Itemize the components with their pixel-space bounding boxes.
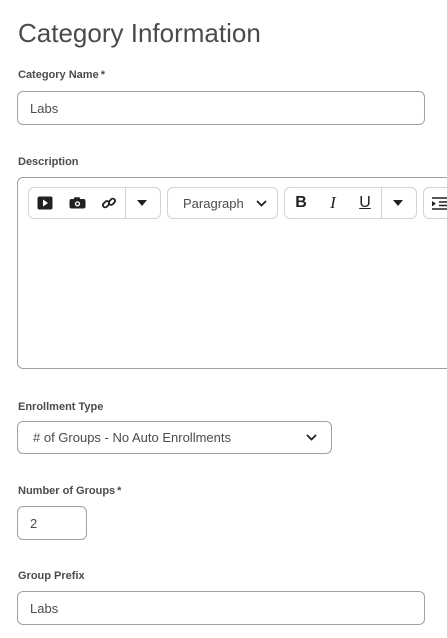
description-label: Description — [18, 156, 79, 168]
indent-icon[interactable] — [424, 188, 447, 218]
bold-button[interactable]: B — [285, 188, 317, 218]
number-of-groups-input[interactable]: 2 — [17, 506, 87, 540]
chevron-down-icon — [256, 199, 267, 207]
italic-button[interactable]: I — [317, 188, 349, 218]
group-prefix-input[interactable]: Labs — [17, 591, 425, 625]
number-of-groups-label-text: Number of Groups — [18, 485, 116, 497]
insert-toolbar-group — [28, 187, 161, 219]
enrollment-type-value: # of Groups - No Auto Enrollments — [33, 430, 231, 445]
category-name-value: Labs — [30, 100, 59, 116]
page-title: Category Information — [18, 18, 261, 48]
category-name-label-text: Category Name — [18, 69, 99, 81]
description-editor[interactable]: Paragraph B I U — [17, 177, 447, 369]
underline-button[interactable]: U — [349, 188, 381, 218]
number-of-groups-label: Number of Groups * — [18, 485, 121, 497]
play-icon[interactable] — [29, 188, 61, 218]
link-icon[interactable] — [93, 188, 125, 218]
caret-down-icon[interactable] — [126, 188, 158, 218]
category-name-label: Category Name * — [18, 69, 105, 81]
required-mark: * — [100, 69, 105, 81]
enrollment-type-label: Enrollment Type — [18, 401, 104, 413]
group-prefix-value: Labs — [30, 600, 59, 616]
block-format-select[interactable]: Paragraph — [167, 187, 278, 219]
camera-icon[interactable] — [61, 188, 93, 218]
enrollment-type-select[interactable]: # of Groups - No Auto Enrollments — [17, 421, 332, 454]
number-of-groups-value: 2 — [30, 515, 38, 531]
format-toolbar-group: B I U — [284, 187, 417, 219]
caret-down-icon[interactable] — [382, 188, 414, 218]
group-prefix-label: Group Prefix — [18, 570, 85, 582]
block-format-value: Paragraph — [183, 195, 244, 211]
required-mark: * — [117, 485, 122, 497]
indent-toolbar-group — [423, 187, 447, 219]
category-name-input[interactable]: Labs — [17, 91, 425, 125]
chevron-down-icon — [306, 434, 317, 441]
